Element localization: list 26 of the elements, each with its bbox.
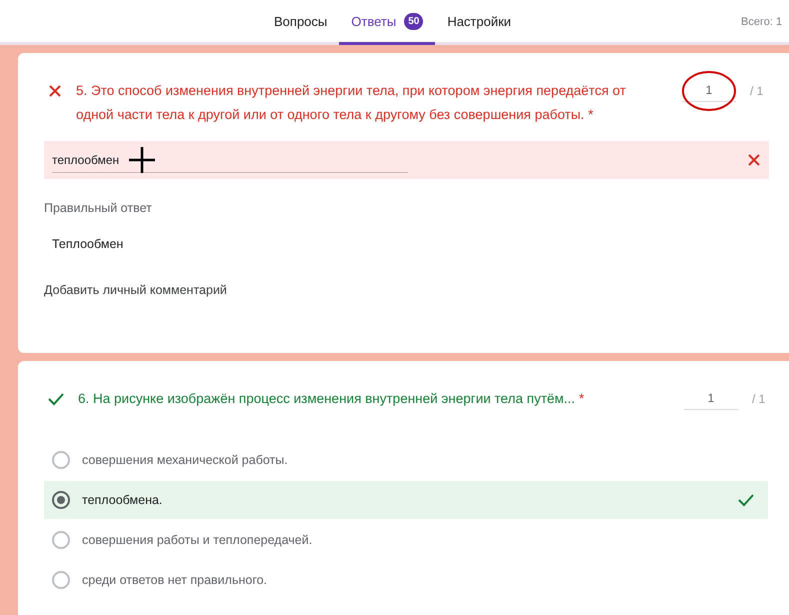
close-icon <box>747 153 761 167</box>
question-title: 6. На рисунке изображён процесс изменения внутренней энергии тела путём... * <box>78 390 586 408</box>
option-label: совершения механической работы. <box>82 453 289 467</box>
tab[interactable]: Ответы 50 <box>339 0 436 45</box>
radio-button[interactable] <box>52 531 70 549</box>
option-label: среди ответов нет правильного. <box>82 573 268 587</box>
score-field[interactable]: 1 <box>684 387 738 410</box>
tab[interactable]: Настройки <box>435 0 524 45</box>
add-comment-link[interactable]: Добавить личный комментарий <box>44 283 227 297</box>
question-title: 5. Это способ изменения внутренней энергии тела, при котором энергия передаётся от одной части тела к другой или от одного тела к другому без совершения работы. * <box>76 82 627 124</box>
correct-answer-text: Теплообмен <box>51 237 124 251</box>
answer-text: теплообмен <box>52 152 120 166</box>
annotation-circle <box>680 69 738 113</box>
option-label: совершения работы и теплопередачей. <box>82 533 314 547</box>
radio-button[interactable] <box>52 571 70 589</box>
correct-answer-label: Правильный ответ <box>44 201 153 215</box>
tab[interactable]: Вопросы <box>262 0 340 45</box>
crosshair-cursor-icon <box>129 146 156 172</box>
count-badge: 50 <box>404 12 424 30</box>
option-label: теплообмена. <box>82 493 164 507</box>
total-score: Всего: 1 <box>741 16 782 28</box>
max-score: / 1 <box>750 84 764 98</box>
radio-button[interactable] <box>52 491 70 509</box>
check-icon <box>738 493 754 507</box>
radio-button[interactable] <box>52 451 70 469</box>
max-score: / 1 <box>752 392 766 406</box>
